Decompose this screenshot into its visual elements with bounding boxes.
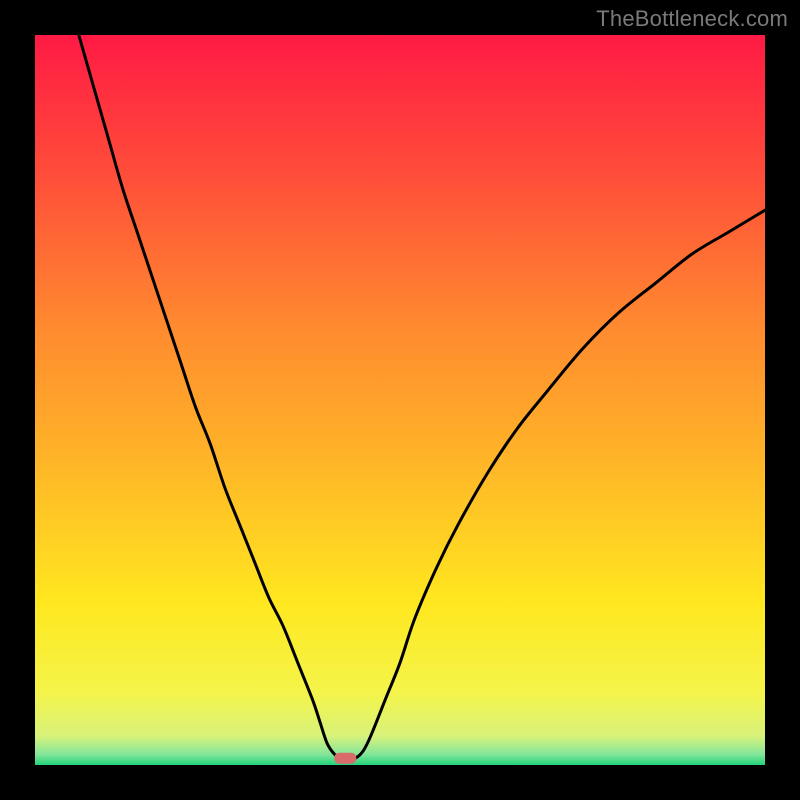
watermark-text: TheBottleneck.com [596,6,788,32]
chart-frame: TheBottleneck.com [0,0,800,800]
chart-svg [35,35,765,765]
bottleneck-curve [79,35,765,760]
optimal-marker [334,753,356,764]
